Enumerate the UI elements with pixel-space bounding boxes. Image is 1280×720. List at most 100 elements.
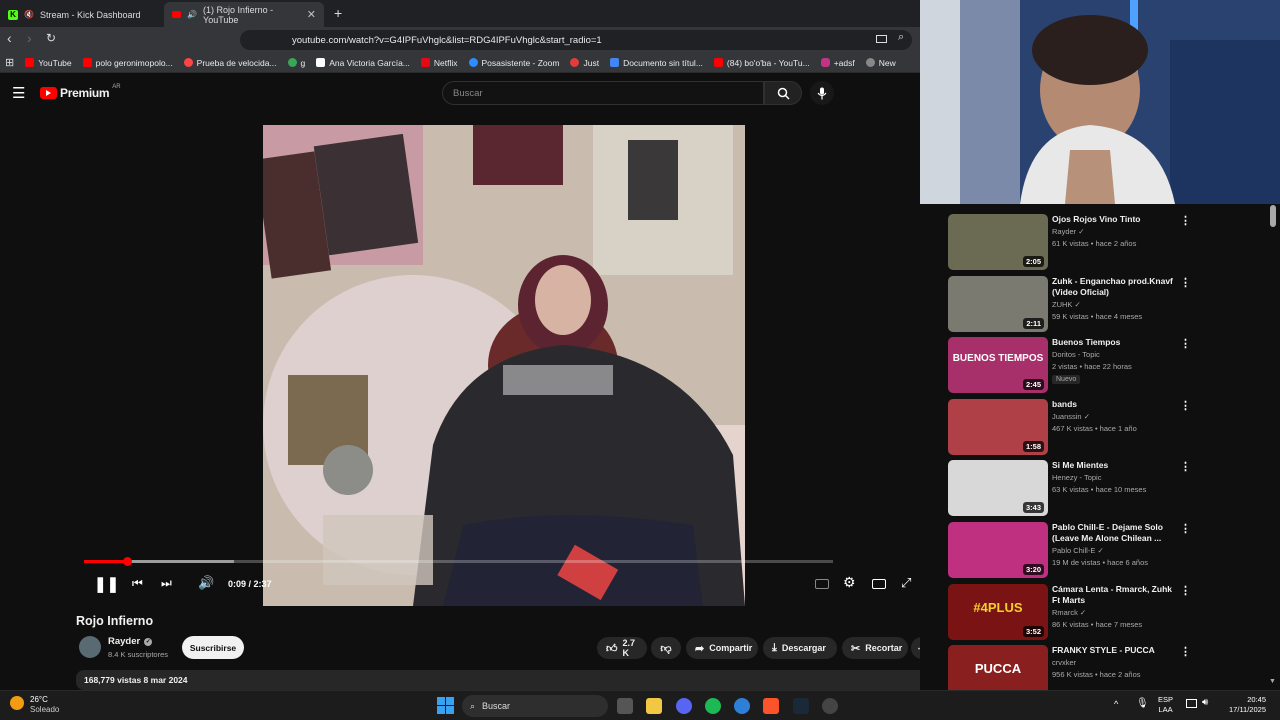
recommendation-thumbnail[interactable]: 1:58 xyxy=(948,399,1048,455)
forward-icon[interactable]: › xyxy=(27,30,32,46)
recommendation-thumbnail[interactable]: BUENOS TIEMPOS 2:45 xyxy=(948,337,1048,393)
more-vertical-icon[interactable]: ⋮ xyxy=(1180,276,1191,289)
mic-tray-icon[interactable]: 🎙︎ xyxy=(1136,698,1149,709)
taskbar-search[interactable]: ⌕ Buscar xyxy=(462,695,608,717)
zoom-icon[interactable]: ⌕ xyxy=(898,31,904,44)
bookmark-polo[interactable]: polo geronimopolo... xyxy=(82,58,173,68)
recommendation-title[interactable]: Zuhk - Enganchao prod.Knavf (Video Ofici… xyxy=(1052,276,1182,298)
recommendation-thumbnail[interactable]: #4PLUS 3:52 xyxy=(948,584,1048,640)
file-explorer-icon[interactable] xyxy=(646,698,662,714)
recommendation-title[interactable]: Si Me Mientes xyxy=(1052,460,1182,471)
settings-gear-icon[interactable]: ⚙ xyxy=(843,574,856,591)
more-vertical-icon[interactable]: ⋮ xyxy=(1180,584,1191,597)
tab-youtube[interactable]: 🔊 (1) Rojo Infierno - YouTube ✕ xyxy=(164,2,324,27)
recommendation-title[interactable]: Pablo Chill-E - Dejame Solo (Leave Me Al… xyxy=(1052,522,1182,544)
more-vertical-icon[interactable]: ⋮ xyxy=(1180,399,1191,412)
bookmark-g[interactable]: g xyxy=(287,58,305,68)
recommendation-thumbnail[interactable]: 2:11 xyxy=(948,276,1048,332)
recommendation-item[interactable]: 2:05 Ojos Rojos Vino Tinto Rayder ✓ 61 K vi… xyxy=(948,214,1248,272)
menu-icon[interactable]: ☰ xyxy=(12,84,25,102)
reload-icon[interactable]: ↻ xyxy=(46,31,56,45)
recommendation-channel[interactable]: Doritos - Topic xyxy=(1052,350,1100,359)
new-tab-icon[interactable]: + xyxy=(334,5,342,21)
youtube-premium-logo[interactable]: Premium AR xyxy=(40,84,121,100)
subtitles-icon[interactable] xyxy=(815,579,829,589)
description-box[interactable]: 168,779 vistas 8 mar 2024 xyxy=(76,670,932,690)
dislike-button[interactable]: 👎︎ xyxy=(651,637,681,659)
recommendation-title[interactable]: Cámara Lenta - Rmarck, Zuhk Ft Marts xyxy=(1052,584,1182,606)
channel-avatar[interactable] xyxy=(79,636,101,658)
back-icon[interactable]: ‹ xyxy=(7,30,12,46)
tab-kick-dashboard[interactable]: K 🔇 Stream - Kick Dashboard xyxy=(0,2,160,27)
recommendation-channel[interactable]: ZUHK ✓ xyxy=(1052,300,1081,309)
more-vertical-icon[interactable]: ⋮ xyxy=(1180,522,1191,535)
weather-temp[interactable]: 26°C xyxy=(30,695,48,704)
more-vertical-icon[interactable]: ⋮ xyxy=(1180,645,1191,658)
bookmark-youtube[interactable]: YouTube xyxy=(25,58,72,68)
like-button[interactable]: 👍︎ 2.7 K xyxy=(597,637,647,659)
task-view-icon[interactable] xyxy=(617,698,633,714)
recommendation-channel[interactable]: Juanssin ✓ xyxy=(1052,412,1090,421)
search-input[interactable]: Buscar xyxy=(442,81,764,105)
language-indicator[interactable]: ESP LAA xyxy=(1158,695,1173,715)
next-icon[interactable]: ⏭ xyxy=(161,576,172,591)
progress-bar[interactable] xyxy=(84,557,833,566)
bookmark-new[interactable]: New xyxy=(865,58,896,68)
recommendation-title[interactable]: Ojos Rojos Vino Tinto xyxy=(1052,214,1182,225)
network-icon[interactable] xyxy=(1186,699,1197,708)
clock[interactable]: 20:45 17/11/2025 xyxy=(1224,695,1266,715)
more-vertical-icon[interactable]: ⋮ xyxy=(1180,337,1191,350)
bookmark-documento[interactable]: Documento sin títul... xyxy=(610,58,703,68)
discord-icon[interactable] xyxy=(676,698,692,714)
recommendation-item[interactable]: 3:43 Si Me Mientes Henezy - Topic 63 K vist… xyxy=(948,460,1248,518)
close-tab-icon[interactable]: ✕ xyxy=(307,8,316,21)
previous-icon[interactable]: ⏮ xyxy=(132,576,143,591)
share-button[interactable]: ➦ Compartir xyxy=(686,637,758,659)
more-vertical-icon[interactable]: ⋮ xyxy=(1180,460,1191,473)
voice-search-button[interactable] xyxy=(810,81,834,105)
recommendation-title[interactable]: FRANKY STYLE - PUCCA xyxy=(1052,645,1182,656)
bookmark-ana[interactable]: Ana Victoria García... xyxy=(316,58,410,68)
fullscreen-icon[interactable]: ⤢ xyxy=(901,575,911,591)
recommendation-item[interactable]: 1:58 bands Juanssin ✓ 467 K vistas • hace 1… xyxy=(948,399,1248,457)
recommendation-title[interactable]: Buenos Tiempos xyxy=(1052,337,1182,348)
channel-name[interactable]: Rayder ✓ xyxy=(108,636,153,647)
scrollbar-thumb[interactable] xyxy=(1270,205,1276,227)
recommendation-item[interactable]: #4PLUS 3:52 Cámara Lenta - Rmarck, Zuhk Ft… xyxy=(948,584,1248,642)
bookmark-just[interactable]: Just xyxy=(570,58,599,68)
search-button[interactable] xyxy=(764,81,802,105)
windows-start-icon[interactable] xyxy=(437,697,454,714)
app-icon[interactable] xyxy=(734,698,750,714)
apps-grid-icon[interactable]: ⊞ xyxy=(5,56,14,69)
miniplayer-icon[interactable] xyxy=(872,579,886,589)
pause-icon[interactable]: ❚❚ xyxy=(94,575,119,593)
bookmark-prueba[interactable]: Prueba de velocida... xyxy=(183,58,277,68)
more-vertical-icon[interactable]: ⋮ xyxy=(1180,214,1191,227)
clip-button[interactable]: ✂ Recortar xyxy=(842,637,908,659)
recommendation-channel[interactable]: Rmarck ✓ xyxy=(1052,608,1086,617)
steam-icon[interactable] xyxy=(793,698,809,714)
recommendation-thumbnail[interactable]: 3:20 xyxy=(948,522,1048,578)
recommendation-channel[interactable]: Rayder ✓ xyxy=(1052,227,1085,236)
recommendation-channel[interactable]: Henezy - Topic xyxy=(1052,473,1101,482)
recommendation-channel[interactable]: Pablo Chill-E ✓ xyxy=(1052,546,1104,555)
volume-icon[interactable]: 🔊 xyxy=(198,575,214,591)
volume-tray-icon[interactable]: 🔊︎ xyxy=(1202,697,1208,708)
recommendation-item[interactable]: 2:11 Zuhk - Enganchao prod.Knavf (Video O… xyxy=(948,276,1248,334)
address-bar[interactable]: youtube.com/watch?v=G4IPFuVhglc&list=RDG… xyxy=(240,30,912,50)
bookmark-netflix[interactable]: Netflix xyxy=(420,58,458,68)
bookmark-adsf[interactable]: +adsf xyxy=(820,58,855,68)
subscribe-button[interactable]: Suscribirse xyxy=(182,636,244,659)
recommendation-thumbnail[interactable]: 3:43 xyxy=(948,460,1048,516)
recommendation-item[interactable]: BUENOS TIEMPOS 2:45 Buenos Tiempos Doritos … xyxy=(948,337,1248,395)
video-frame[interactable] xyxy=(263,125,745,606)
bookmark-boba[interactable]: (84) bo'o'ba - YouTu... xyxy=(713,58,810,68)
obs-icon[interactable] xyxy=(822,698,838,714)
weather-sun-icon[interactable] xyxy=(10,696,24,710)
bookmark-zoom[interactable]: Posasistente - Zoom xyxy=(468,58,559,68)
cast-icon[interactable] xyxy=(876,35,887,43)
brave-browser-icon[interactable] xyxy=(763,698,779,714)
tray-chevron-icon[interactable]: ^ xyxy=(1114,699,1118,709)
download-button[interactable]: ⤓ Descargar xyxy=(763,637,837,659)
recommendation-channel[interactable]: crvxker xyxy=(1052,658,1076,667)
